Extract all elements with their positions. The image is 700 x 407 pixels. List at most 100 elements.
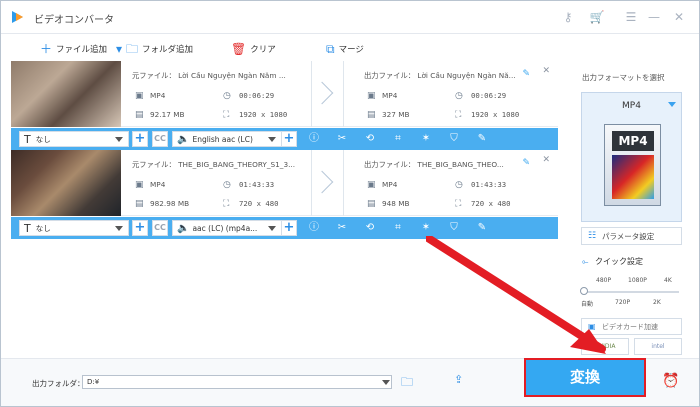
chevron-right-icon <box>310 81 334 105</box>
output-resolution: 720 x 480 <box>471 199 511 208</box>
output-format-label: 出力フォーマットを選択 <box>582 73 665 82</box>
intel-chip[interactable]: intel <box>634 338 682 355</box>
info-icon[interactable]: ⓘ <box>307 132 321 146</box>
format-icon: ▣ <box>367 91 376 101</box>
video-thumbnail[interactable] <box>11 61 121 127</box>
source-size: 92.17 MB <box>150 110 185 119</box>
output-size: 327 MB <box>382 110 410 119</box>
effect-icon[interactable]: ✶ <box>419 132 433 146</box>
cart-icon[interactable]: 🛒 <box>589 9 605 25</box>
trash-icon: 🗑 <box>231 42 247 56</box>
source-format: MP4 <box>150 91 166 100</box>
chevron-down-icon <box>268 137 276 142</box>
clear-button[interactable]: 🗑 クリア <box>231 42 276 56</box>
rotate-icon[interactable]: ⟲ <box>363 221 377 235</box>
format-icon: ▣ <box>367 180 376 190</box>
edit-icon[interactable]: ✎ <box>522 158 530 168</box>
text-icon: T <box>24 221 31 235</box>
file-size-icon: ▤ <box>135 199 144 209</box>
pen-icon[interactable]: ✎ <box>475 221 489 235</box>
clock-icon: ◷ <box>223 180 231 190</box>
text-icon: T <box>24 132 31 146</box>
file-size-icon: ▤ <box>135 110 144 120</box>
file-item[interactable]: 元ファイル： Lời Cầu Nguyện Ngàn Năm ... ▣ MP4… <box>11 61 558 127</box>
output-resolution: 1920 x 1080 <box>471 110 520 119</box>
output-format: MP4 <box>382 91 398 100</box>
resolution-icon: ⛶ <box>455 199 462 209</box>
effect-icon[interactable]: ✶ <box>419 221 433 235</box>
speaker-icon: 🔈 <box>177 133 190 145</box>
resolution-icon: ⛶ <box>455 110 462 120</box>
mp4-format-icon: MP4 <box>604 124 661 206</box>
quality-4k: 4K <box>664 277 672 284</box>
output-folder-label: 出力フォルダ： <box>32 379 85 388</box>
folder-icon: ▾ <box>116 42 123 56</box>
file-size-icon: ▤ <box>367 199 376 209</box>
cut-icon[interactable]: ✂ <box>335 132 349 146</box>
source-size: 982.98 MB <box>150 199 190 208</box>
edit-icon[interactable]: ✎ <box>522 69 530 79</box>
add-subtitle-button[interactable]: + <box>132 220 148 236</box>
remove-file-icon[interactable]: ✕ <box>542 66 550 76</box>
merge-icon: ⧉ <box>326 42 335 56</box>
audio-track-select[interactable]: 🔈 aac (LC) (mp4a... <box>172 220 282 236</box>
format-name: MP4 <box>622 101 641 111</box>
add-audio-button[interactable]: + <box>281 220 297 236</box>
add-subtitle-button[interactable]: + <box>132 131 148 147</box>
divider <box>343 150 344 216</box>
plus-icon: ＋ <box>40 42 53 56</box>
quality-2k: 2K <box>653 299 661 306</box>
output-duration: 00:06:29 <box>471 91 507 100</box>
cut-icon[interactable]: ✂ <box>335 221 349 235</box>
cc-icon[interactable]: CC <box>152 131 168 147</box>
source-resolution: 720 x 480 <box>239 199 279 208</box>
rotate-icon[interactable]: ⟲ <box>363 132 377 146</box>
alarm-clock-icon[interactable]: ⏰ <box>662 373 679 389</box>
remove-file-icon[interactable]: ✕ <box>542 155 550 165</box>
minimize-icon[interactable]: — <box>646 9 662 25</box>
pen-icon[interactable]: ✎ <box>475 132 489 146</box>
format-artwork <box>612 155 654 199</box>
source-resolution: 1920 x 1080 <box>239 110 288 119</box>
audio-track-select[interactable]: 🔈 English aac (LC) <box>172 131 282 147</box>
format-icon: ▣ <box>135 180 144 190</box>
add-folder-button[interactable]: ▾ 🗀 フォルダ追加 <box>116 42 193 56</box>
open-output-icon[interactable]: ⇪ <box>454 373 463 386</box>
output-file-label: 出力ファイル： Lời Cầu Nguyện Ngàn Nă... <box>364 71 516 80</box>
merge-button[interactable]: ⧉ マージ <box>326 42 364 56</box>
file-item[interactable]: 元ファイル： THE_BIG_BANG_THEORY_S1_3... ▣ MP4… <box>11 150 558 216</box>
menu-icon[interactable]: ☰ <box>623 9 639 25</box>
add-file-button[interactable]: ＋ ファイル追加 <box>40 42 107 56</box>
cc-icon[interactable]: CC <box>152 220 168 236</box>
chevron-down-icon <box>268 226 276 231</box>
title-bar: ビデオコンバータ ⚷ 🛒 ☰ — ✕ <box>1 1 699 34</box>
crop-icon[interactable]: ⌗ <box>391 132 405 146</box>
toolbar: ＋ ファイル追加 ▾ 🗀 フォルダ追加 🗑 クリア ⧉ マージ <box>1 35 568 61</box>
source-duration: 01:43:33 <box>239 180 275 189</box>
app-window: ビデオコンバータ ⚷ 🛒 ☰ — ✕ ＋ ファイル追加 ▾ 🗀 フォルダ追加 🗑… <box>0 0 700 407</box>
convert-button[interactable]: 変換 <box>524 358 646 397</box>
add-audio-button[interactable]: + <box>281 131 297 147</box>
output-format-selector[interactable]: MP4 MP4 <box>581 92 682 222</box>
subtitle-select[interactable]: T なし <box>19 220 129 236</box>
output-folder-input[interactable]: D:¥ <box>82 375 392 389</box>
chevron-right-icon <box>310 170 334 194</box>
close-window-icon[interactable]: ✕ <box>671 9 687 25</box>
watermark-icon[interactable]: ⛉ <box>447 221 461 235</box>
watermark-icon[interactable]: ⛉ <box>447 132 461 146</box>
add-folder-icon: 🗀 <box>126 42 139 56</box>
source-format: MP4 <box>150 180 166 189</box>
file-size-icon: ▤ <box>367 110 376 120</box>
clock-icon: ◷ <box>455 91 463 101</box>
window-title: ビデオコンバータ <box>34 15 114 26</box>
chevron-down-icon[interactable] <box>382 380 390 385</box>
key-icon[interactable]: ⚷ <box>560 9 576 25</box>
folder-icon[interactable]: 🗀 <box>401 373 413 394</box>
crop-icon[interactable]: ⌗ <box>391 221 405 235</box>
red-arrow-annotation <box>426 236 606 354</box>
video-thumbnail[interactable] <box>11 150 121 216</box>
app-logo-icon <box>12 11 23 23</box>
info-icon[interactable]: ⓘ <box>307 221 321 235</box>
subtitle-select[interactable]: T なし <box>19 131 129 147</box>
source-file-label: 元ファイル： THE_BIG_BANG_THEORY_S1_3... <box>132 160 296 169</box>
